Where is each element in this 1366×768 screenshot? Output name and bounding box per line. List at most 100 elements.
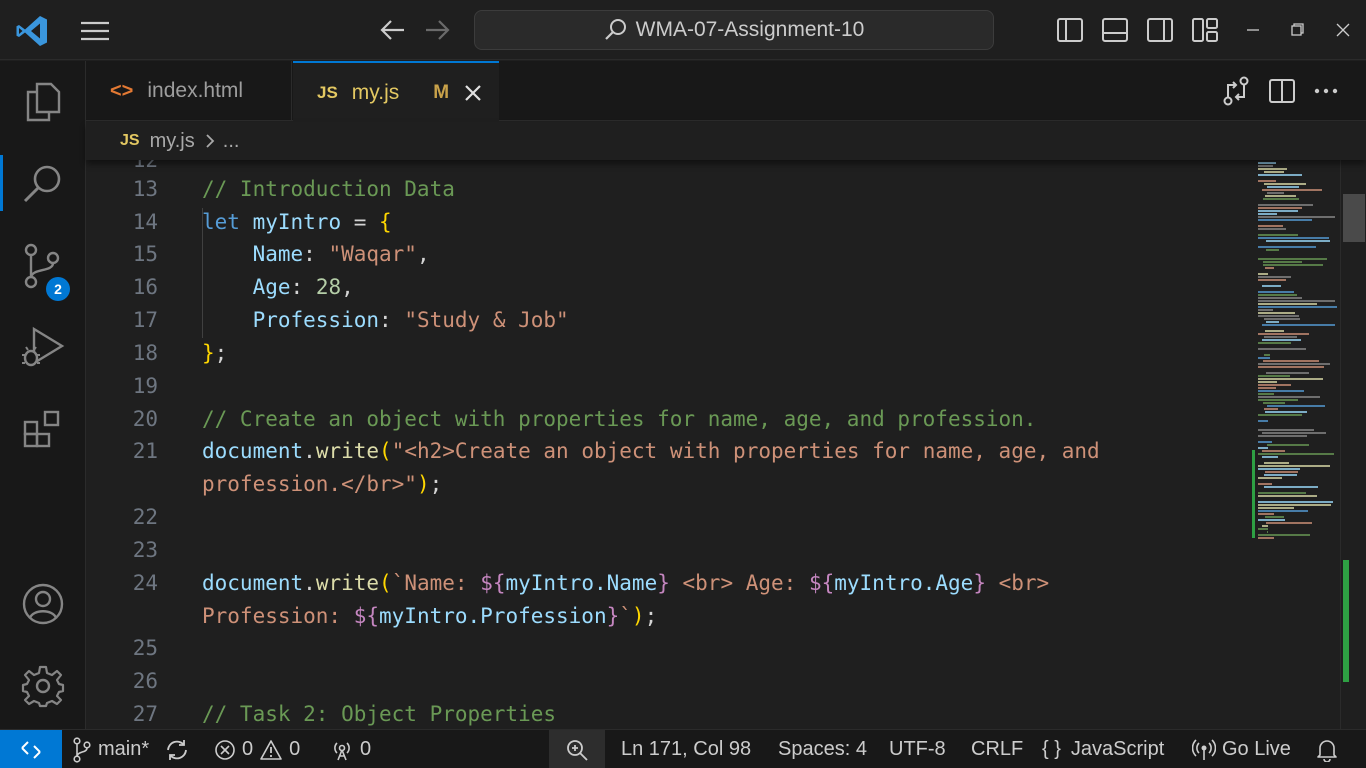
minimap[interactable]: [1252, 160, 1340, 729]
line-number: 17: [132, 308, 158, 332]
accounts-button[interactable]: [0, 563, 86, 645]
arrow-left-icon[interactable]: [376, 14, 410, 46]
error-icon: [215, 739, 235, 760]
compare-changes-icon[interactable]: [1220, 75, 1252, 107]
status-bar: main* 0 0 0 Ln 171, Col 98 Spaces: 4 UTF…: [0, 729, 1366, 768]
hamburger-menu-icon[interactable]: [78, 16, 112, 46]
code-editor[interactable]: 12 13 // Introduction Data 14 let myIntr…: [86, 160, 1250, 729]
extensions-button[interactable]: [0, 389, 86, 471]
minimap-line: [1258, 273, 1268, 275]
minimap-line: [1267, 405, 1325, 407]
toggle-secondary-sidebar-icon[interactable]: [1144, 14, 1176, 46]
minimap-line: [1267, 531, 1268, 533]
more-actions-icon[interactable]: [1310, 75, 1342, 107]
branch-indicator[interactable]: main*: [72, 730, 149, 768]
minimap-line: [1265, 195, 1296, 197]
search-view-button[interactable]: [0, 143, 86, 225]
tab-label: my.js: [351, 80, 400, 104]
close-window-icon[interactable]: [1326, 14, 1360, 46]
line-number: 27: [132, 702, 158, 726]
code-line-13: // Introduction Data: [202, 177, 455, 201]
zoom-icon: [567, 739, 588, 761]
run-debug-button[interactable]: [0, 307, 86, 389]
restore-icon[interactable]: [1281, 14, 1315, 46]
minimap-line: [1258, 246, 1316, 248]
toggle-panel-icon[interactable]: [1099, 14, 1131, 46]
minimap-line: [1258, 228, 1286, 230]
minimap-line: [1264, 171, 1284, 173]
tab-index-html[interactable]: <> index.html: [86, 61, 292, 121]
minimap-line: [1266, 240, 1330, 242]
minimap-line: [1258, 513, 1274, 515]
minimap-line: [1265, 516, 1284, 518]
source-control-badge: 2: [46, 277, 70, 301]
branch-icon: [73, 736, 91, 763]
minimap-line: [1262, 324, 1335, 326]
toggle-primary-sidebar-icon[interactable]: [1054, 14, 1086, 46]
scrollbar-thumb[interactable]: [1343, 194, 1365, 242]
language-mode[interactable]: { } JavaScript: [1042, 730, 1164, 768]
minimap-line: [1258, 528, 1268, 530]
sync-button[interactable]: [164, 730, 190, 768]
minimap-line: [1266, 522, 1312, 524]
minimap-line: [1258, 216, 1335, 218]
minimap-line: [1264, 462, 1289, 464]
minimap-line: [1263, 402, 1285, 404]
minimap-line: [1258, 348, 1306, 350]
minimap-line: [1258, 501, 1333, 503]
indentation-setting[interactable]: Spaces: 4: [778, 730, 867, 768]
minimap-line: [1258, 375, 1290, 377]
minimap-line: [1258, 534, 1310, 536]
vertical-scrollbar[interactable]: [1340, 160, 1366, 729]
indentation-label: Spaces: 4: [778, 738, 867, 760]
code-line-18: };: [202, 341, 228, 365]
arrow-right-icon[interactable]: [420, 14, 454, 46]
minimap-line: [1262, 189, 1322, 191]
workspace-title: WMA-07-Assignment-10: [635, 18, 865, 41]
minimap-line: [1266, 321, 1279, 323]
line-number: 16: [132, 275, 158, 299]
js-file-icon: JS: [317, 82, 338, 102]
breadcrumb-symbols[interactable]: ...: [223, 130, 240, 153]
minimap-line: [1262, 285, 1281, 287]
explorer-icon: [26, 82, 61, 122]
line-number: 15: [132, 242, 158, 266]
zoom-button[interactable]: [549, 730, 605, 768]
minimap-line: [1258, 291, 1294, 293]
command-center-search[interactable]: WMA-07-Assignment-10: [474, 10, 994, 50]
minimap-line: [1258, 378, 1323, 380]
minimap-line: [1258, 174, 1302, 176]
split-editor-icon[interactable]: [1266, 75, 1298, 107]
notifications-button[interactable]: [1316, 730, 1338, 768]
minimap-line: [1258, 537, 1274, 539]
go-live-label: Go Live: [1222, 738, 1291, 760]
encoding-setting[interactable]: UTF-8: [889, 730, 946, 768]
minimap-line: [1264, 318, 1300, 320]
breadcrumb-file[interactable]: my.js: [150, 130, 195, 153]
go-live-button[interactable]: Go Live: [1192, 730, 1291, 768]
minimap-line: [1263, 264, 1323, 266]
line-number: 13: [132, 177, 158, 201]
line-number: 14: [132, 210, 158, 234]
source-control-button[interactable]: 2: [0, 225, 86, 307]
code-line-20: // Create an object with properties for …: [202, 407, 1037, 431]
minimap-line: [1258, 363, 1330, 365]
close-tab-icon[interactable]: [463, 83, 483, 103]
minimize-icon[interactable]: [1236, 14, 1270, 46]
remote-button[interactable]: [0, 730, 62, 768]
manage-settings-button[interactable]: [0, 645, 86, 727]
tab-my-js[interactable]: JS my.js M: [293, 61, 499, 122]
cursor-position[interactable]: Ln 171, Col 98: [621, 730, 751, 768]
modified-badge: M: [433, 81, 450, 103]
problems-indicator[interactable]: 0 0: [214, 730, 300, 768]
ports-indicator[interactable]: 0: [330, 730, 371, 768]
customize-layout-icon[interactable]: [1189, 14, 1221, 46]
breadcrumb: JS my.js ...: [86, 122, 1366, 160]
minimap-line: [1258, 204, 1313, 206]
braces-icon: { }: [1042, 738, 1061, 760]
code-line-17: Profession: "Study & Job": [252, 308, 569, 332]
minimap-line: [1258, 237, 1329, 239]
eol-setting[interactable]: CRLF: [971, 730, 1023, 768]
sync-icon: [167, 739, 187, 760]
explorer-button[interactable]: [0, 61, 86, 143]
